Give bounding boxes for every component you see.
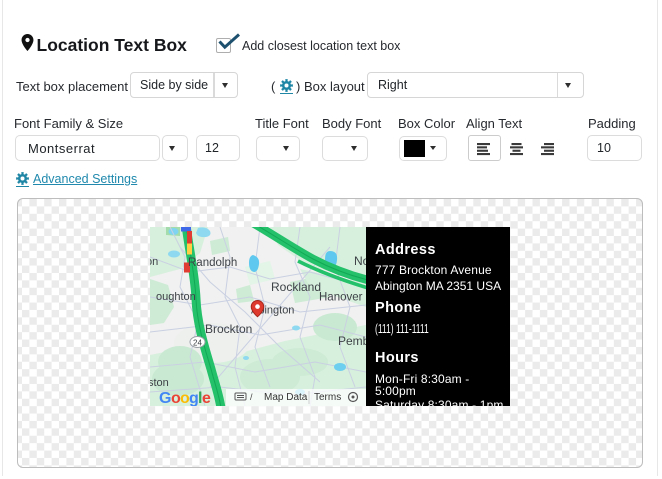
svg-text:Rockland: Rockland xyxy=(271,280,321,294)
svg-text:Map Data: Map Data xyxy=(264,392,308,403)
svg-text:24: 24 xyxy=(193,339,202,348)
svg-text:G: G xyxy=(159,390,171,406)
svg-text:Brockton: Brockton xyxy=(205,322,252,336)
svg-text:Pemb: Pemb xyxy=(338,334,366,348)
svg-text:e: e xyxy=(202,390,211,406)
svg-text:on: on xyxy=(150,256,158,268)
svg-text:Hanover: Hanover xyxy=(319,292,363,304)
svg-text:No: No xyxy=(354,254,366,268)
svg-text:ston: ston xyxy=(150,377,169,389)
svg-text:Terms: Terms xyxy=(314,392,341,403)
svg-text:oughton: oughton xyxy=(156,291,196,303)
svg-text:Randolph: Randolph xyxy=(188,257,237,269)
